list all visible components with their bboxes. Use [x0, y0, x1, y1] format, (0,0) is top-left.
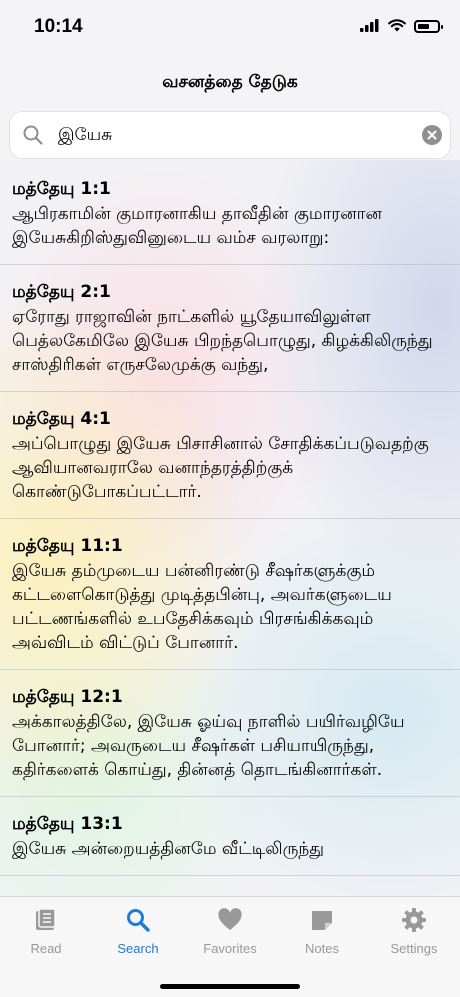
tab-label: Favorites: [203, 941, 257, 956]
signal-icon: [360, 17, 380, 36]
status-bar: 10:14: [0, 0, 460, 54]
page-title: வசனத்தை தேடுக: [162, 72, 298, 92]
battery-icon: [414, 20, 443, 33]
heart-icon: [217, 908, 243, 937]
tab-label: Search: [117, 941, 159, 956]
home-indicator: [160, 984, 300, 989]
gear-icon: [401, 908, 427, 937]
tab-label: Notes: [305, 941, 339, 956]
verse-text: இயேசு தம்முடைய பன்னிரண்டு சீஷர்களுக்கும்…: [12, 561, 392, 653]
result-item[interactable]: மத்தேயு 4:1 அப்பொழுது இயேசு பிசாசினால் ச…: [0, 392, 460, 519]
status-time: 10:14: [34, 16, 83, 37]
tab-label: Settings: [390, 941, 438, 956]
verse-reference: மத்தேயு 4:1: [12, 409, 111, 429]
verse-reference: மத்தேயு 1:1: [12, 179, 111, 199]
tab-read[interactable]: Read: [0, 907, 92, 956]
tab-favorites[interactable]: Favorites: [184, 907, 276, 956]
status-icons: [360, 17, 443, 36]
clear-search-icon[interactable]: [422, 125, 442, 145]
verse-reference: மத்தேயு 11:1: [12, 536, 123, 556]
verse-reference: மத்தேயு 13:1: [12, 814, 123, 834]
tab-settings[interactable]: Settings: [368, 907, 460, 956]
book-icon: [33, 908, 59, 937]
result-item[interactable]: மத்தேயு 12:1 அக்காலத்திலே, இயேசு ஓய்வு ந…: [0, 670, 460, 797]
result-item[interactable]: மத்தேயு 2:1 ஏரோது ராஜாவின் நாட்களில் யூத…: [0, 265, 460, 392]
tab-search[interactable]: Search: [92, 907, 184, 956]
verse-text: அக்காலத்திலே, இயேசு ஓய்வு நாளில் பயிர்வழ…: [12, 712, 405, 780]
search-results-list: மத்தேயு 1:1 ஆபிரகாமின் குமாரனாகிய தாவீதி…: [0, 162, 460, 896]
result-item[interactable]: மத்தேயு 13:1 இயேசு அன்றையத்தினமே வீட்டில…: [0, 797, 460, 876]
tab-bar: Read Search Favorites Notes Settings: [0, 896, 460, 997]
verse-reference: மத்தேயு 2:1: [12, 282, 111, 302]
tab-notes[interactable]: Notes: [276, 907, 368, 956]
tab-label: Read: [30, 941, 62, 956]
result-item[interactable]: மத்தேயு 11:1 இயேசு தம்முடைய பன்னிரண்டு ச…: [0, 519, 460, 670]
verse-text: இயேசு அன்றையத்தினமே வீட்டிலிருந்து: [12, 839, 324, 859]
search-bar[interactable]: [10, 112, 450, 158]
verse-text: ஏரோது ராஜாவின் நாட்களில் யூதேயாவிலுள்ள ப…: [12, 307, 433, 375]
wifi-icon: [388, 17, 406, 36]
search-icon: [22, 124, 44, 150]
note-icon: [309, 911, 335, 937]
search-icon: [125, 909, 151, 937]
verse-reference: மத்தேயு 12:1: [12, 687, 123, 707]
search-input[interactable]: [56, 120, 420, 152]
verse-text: அப்பொழுது இயேசு பிசாசினால் சோதிக்கப்படுவ…: [12, 434, 429, 502]
verse-text: ஆபிரகாமின் குமாரனாகிய தாவீதின் குமாரனான …: [12, 204, 383, 248]
result-item[interactable]: மத்தேயு 1:1 ஆபிரகாமின் குமாரனாகிய தாவீதி…: [0, 162, 460, 265]
